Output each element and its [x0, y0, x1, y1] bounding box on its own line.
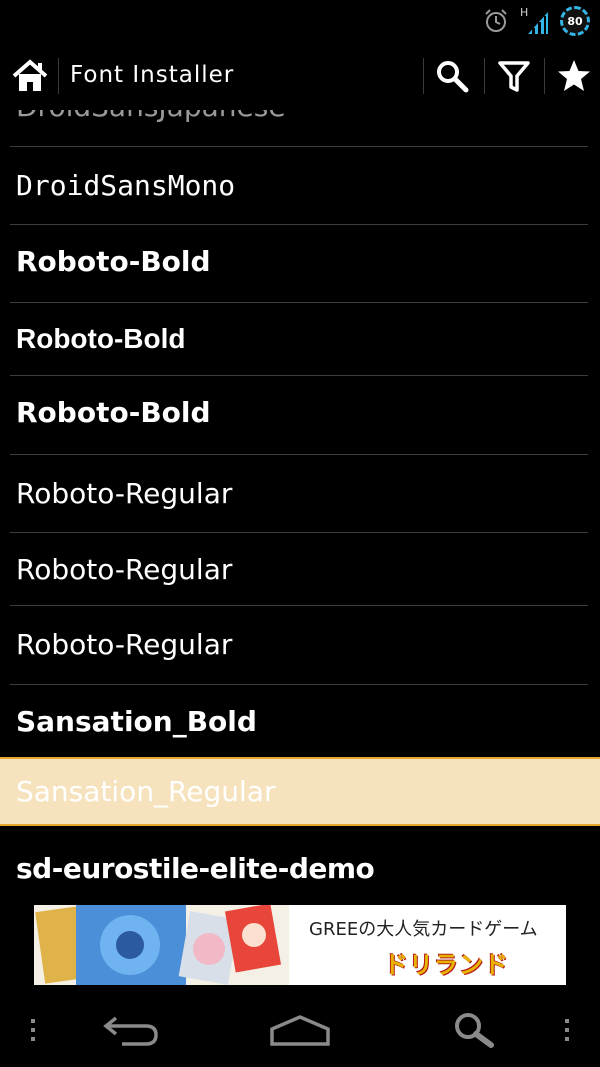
back-icon	[103, 1016, 158, 1046]
font-name: Sansation_Bold	[16, 705, 257, 738]
home-nav-button[interactable]	[265, 1000, 335, 1060]
font-name: Roboto-Regular	[16, 628, 233, 661]
list-item[interactable]: Roboto-Regular	[0, 606, 600, 684]
font-name: Roboto-Bold	[16, 396, 211, 429]
font-name: Roboto-Bold	[16, 323, 186, 354]
overflow-icon	[565, 1019, 569, 1041]
home-icon	[270, 1015, 330, 1046]
favorites-button[interactable]	[548, 54, 600, 98]
list-item[interactable]: DroidSansMono	[0, 147, 600, 224]
battery-icon: 80	[560, 6, 590, 36]
list-item[interactable]: Roboto-Bold	[0, 225, 600, 302]
list-item[interactable]: sd-eurostile-elite-demo	[0, 826, 600, 900]
home-icon	[12, 59, 48, 91]
search-nav-button[interactable]	[448, 1000, 498, 1060]
list-item[interactable]: DroidSansJapanese	[0, 110, 600, 146]
font-name: DroidSansMono	[16, 169, 236, 202]
font-name: Sansation_Regular	[16, 775, 276, 808]
font-name: sd-eurostile-elite-demo	[16, 852, 375, 885]
font-list[interactable]: DroidSansJapanese DroidSansMono Roboto-B…	[0, 110, 600, 900]
list-item[interactable]: Roboto-Regular	[0, 455, 600, 532]
filter-button[interactable]	[488, 54, 540, 98]
action-bar-divider	[484, 58, 485, 94]
action-bar: Font Installer	[0, 44, 600, 110]
list-item[interactable]: Sansation_Bold	[0, 685, 600, 757]
font-name: DroidSansJapanese	[16, 110, 286, 123]
list-item-selected[interactable]: Sansation_Regular	[0, 757, 600, 826]
search-icon	[437, 61, 469, 93]
home-button[interactable]	[8, 54, 52, 98]
font-name: Roboto-Regular	[16, 477, 233, 510]
search-button[interactable]	[426, 54, 478, 98]
overflow-menu-button[interactable]	[552, 1000, 582, 1060]
alarm-icon	[485, 9, 507, 32]
battery-level: 80	[567, 14, 583, 28]
ad-card-art-image	[34, 905, 289, 985]
font-name: Roboto-Bold	[16, 245, 211, 278]
filter-icon	[498, 61, 530, 92]
action-bar-divider	[544, 58, 545, 94]
menu-dots-icon	[31, 1019, 35, 1041]
menu-button[interactable]	[18, 1000, 48, 1060]
ad-text: GREEの大人気カードゲーム	[309, 919, 538, 940]
ad-banner[interactable]: GREEの大人気カードゲーム ドリランド	[34, 905, 566, 985]
app-title: Font Installer	[70, 62, 235, 88]
ad-logo: ドリランド	[384, 951, 509, 979]
list-item[interactable]: Roboto-Regular	[0, 533, 600, 605]
back-button[interactable]	[95, 1000, 165, 1060]
action-bar-divider	[423, 58, 424, 94]
action-bar-divider	[58, 58, 59, 94]
status-bar: H 80	[0, 0, 600, 44]
list-item[interactable]: Roboto-Bold	[0, 376, 600, 454]
list-item[interactable]: Roboto-Bold	[0, 303, 600, 375]
search-icon	[455, 1013, 494, 1048]
star-icon	[558, 60, 590, 91]
navigation-bar	[0, 992, 600, 1067]
signal-icon: H	[518, 6, 552, 36]
font-name: Roboto-Regular	[16, 553, 233, 586]
